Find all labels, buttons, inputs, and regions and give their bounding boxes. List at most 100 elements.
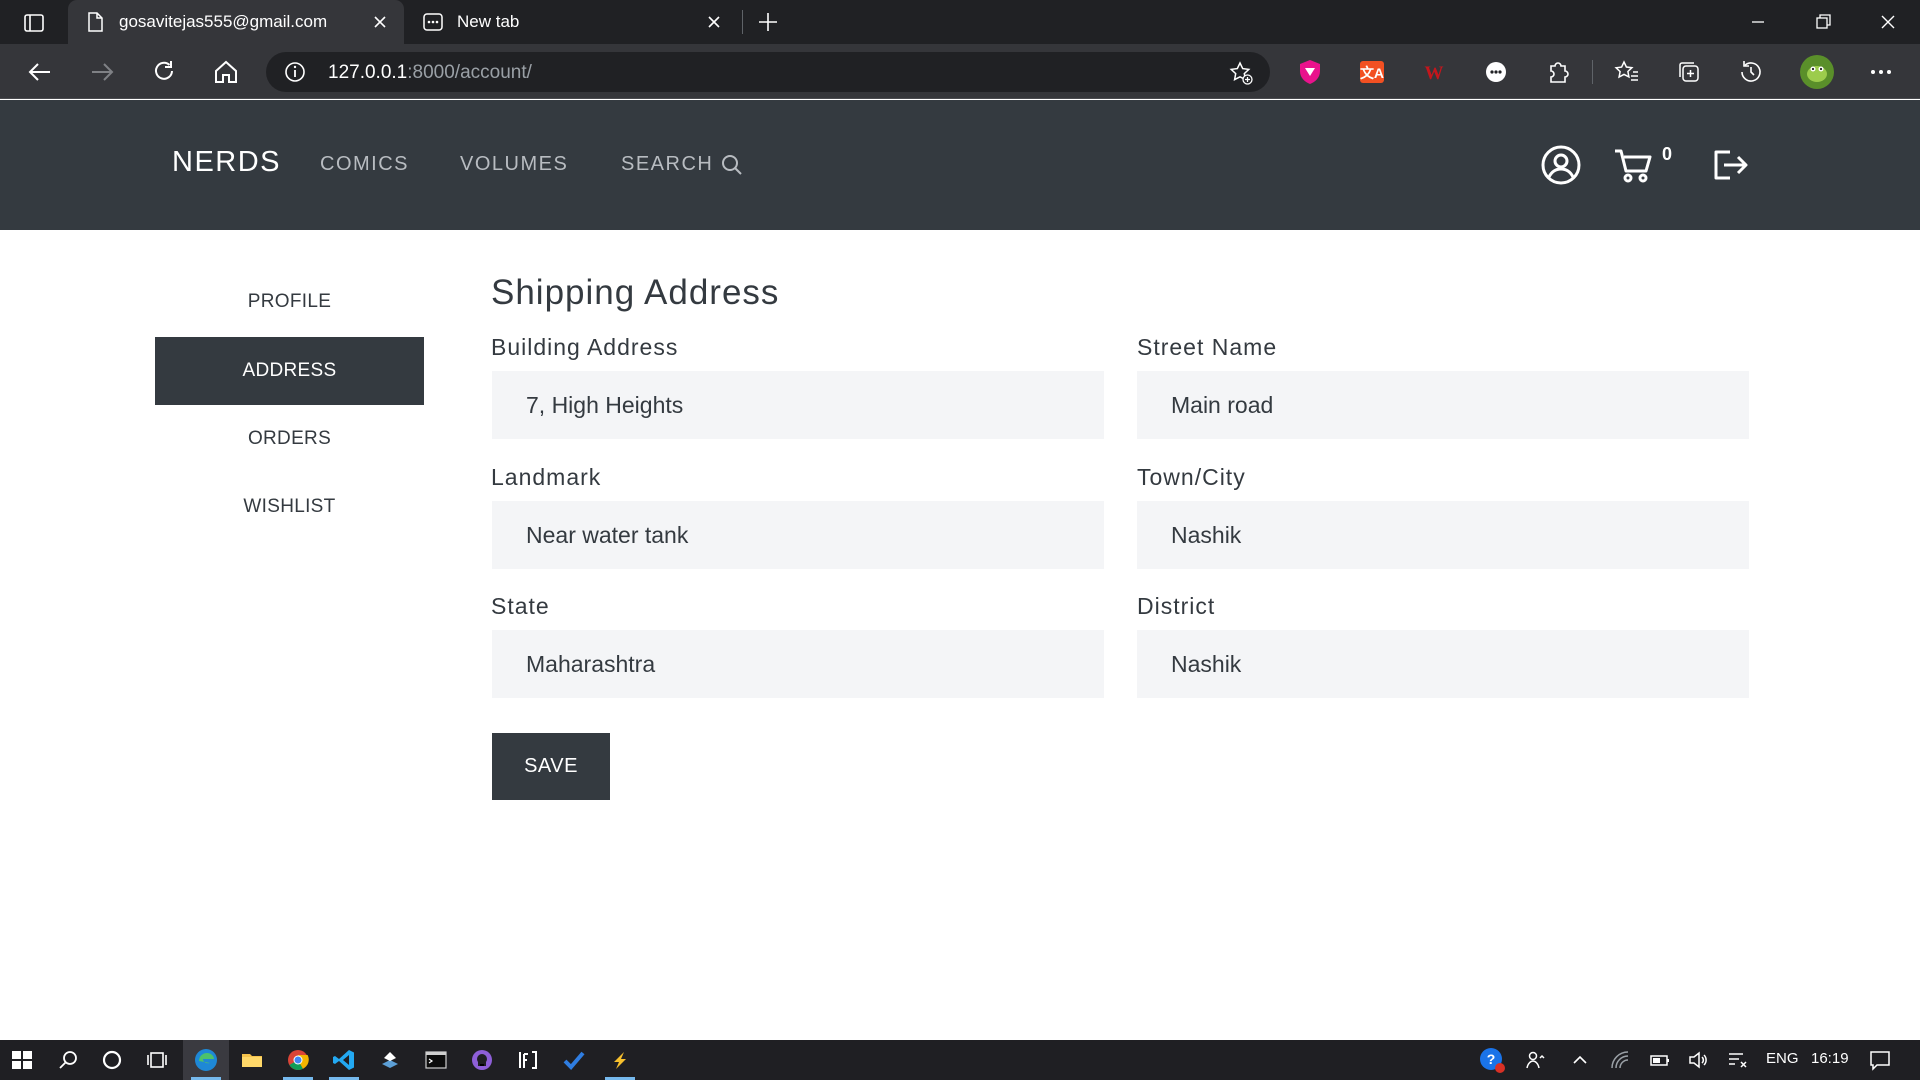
tab-title: New tab [457, 12, 520, 31]
svg-text:文A: 文A [1360, 65, 1384, 81]
nav-search[interactable]: SEARCH [621, 153, 743, 176]
logout-icon[interactable] [1708, 144, 1750, 186]
tab-new[interactable]: New tab [408, 0, 738, 44]
folder-icon [242, 1054, 262, 1067]
new-tab-plus-icon[interactable] [756, 10, 780, 34]
notifications-icon[interactable] [1868, 1048, 1892, 1072]
taskbar-app-if[interactable] [505, 1040, 551, 1080]
edge-icon [195, 1049, 217, 1071]
back-icon[interactable] [26, 58, 54, 86]
taskbar-github[interactable] [459, 1040, 505, 1080]
address-bar[interactable]: 127.0.0.1:8000/account/ [266, 52, 1270, 92]
taskbar-todo[interactable] [551, 1040, 597, 1080]
wifi-icon[interactable] [1608, 1048, 1632, 1072]
sidebar-item-profile[interactable]: PROFILE [155, 268, 424, 336]
restore-icon[interactable] [1811, 10, 1835, 34]
cortana-icon[interactable] [100, 1048, 124, 1072]
tab-account[interactable]: gosavitejas555@gmail.com [68, 0, 404, 44]
search-icon[interactable] [56, 1048, 80, 1072]
task-view-icon[interactable] [145, 1048, 169, 1072]
page-icon [84, 11, 106, 33]
dots-extension-icon[interactable] [1481, 57, 1511, 87]
w-extension-icon[interactable]: W [1419, 57, 1449, 87]
people-icon[interactable] [1524, 1048, 1548, 1072]
building-address-input[interactable] [492, 371, 1104, 439]
close-icon[interactable] [370, 12, 390, 32]
windows-taskbar: ? ENG 16:19 [0, 1040, 1920, 1080]
windows-start-icon[interactable] [10, 1048, 34, 1072]
svg-text:W: W [1425, 63, 1444, 84]
taskbar-file-explorer[interactable] [229, 1040, 275, 1080]
language-indicator[interactable]: ENG [1766, 1050, 1799, 1067]
nav-volumes[interactable]: VOLUMES [460, 153, 568, 176]
save-button[interactable]: SAVE [492, 733, 610, 800]
history-icon[interactable] [1736, 57, 1766, 87]
chrome-icon [288, 1050, 309, 1071]
tab-actions-icon[interactable] [22, 11, 46, 35]
sidebar-item-orders[interactable]: ORDERS [155, 405, 424, 473]
street-name-input[interactable] [1137, 371, 1749, 439]
nav-comics[interactable]: COMICS [320, 153, 409, 176]
volume-icon[interactable] [1686, 1048, 1710, 1072]
taskbar-chrome[interactable] [275, 1040, 321, 1080]
url-host: 127.0.0.1 [328, 62, 408, 83]
forward-icon[interactable] [88, 58, 116, 86]
page-title: Shipping Address [491, 273, 780, 312]
bolt-icon [614, 1052, 626, 1069]
window-close-icon[interactable] [1876, 10, 1900, 34]
close-icon[interactable] [704, 12, 724, 32]
home-icon[interactable] [212, 58, 240, 86]
taskbar-vscode[interactable] [321, 1040, 367, 1080]
add-favorite-icon[interactable] [1228, 60, 1254, 86]
input-method-icon[interactable] [1726, 1048, 1750, 1072]
state-input[interactable] [492, 630, 1104, 698]
svg-text:?: ? [1487, 1051, 1496, 1067]
browser-tab-strip: gosavitejas555@gmail.com New tab [0, 0, 1920, 44]
clock[interactable]: 16:19 [1811, 1050, 1849, 1067]
terminal-icon [425, 1051, 447, 1069]
street-name-label: Street Name [1137, 334, 1278, 360]
district-input[interactable] [1137, 630, 1749, 698]
collections-icon[interactable] [1674, 57, 1704, 87]
translate-extension-icon[interactable]: 文A [1357, 57, 1387, 87]
brand-logo[interactable]: NERDS [172, 146, 281, 179]
battery-icon[interactable] [1648, 1048, 1672, 1072]
cart-icon[interactable] [1612, 144, 1654, 186]
browser-toolbar: 127.0.0.1:8000/account/ 文A W [0, 44, 1920, 99]
taskbar-app-python[interactable] [367, 1040, 413, 1080]
chevron-up-icon[interactable] [1568, 1048, 1592, 1072]
taskbar-edge[interactable] [183, 1040, 229, 1080]
site-info-icon[interactable] [284, 61, 306, 83]
shield-extension-icon[interactable] [1295, 57, 1325, 87]
profile-avatar[interactable] [1799, 54, 1835, 90]
account-user-icon[interactable] [1540, 144, 1582, 186]
taskbar-terminal[interactable] [413, 1040, 459, 1080]
newtab-icon [422, 11, 444, 33]
python-icon [382, 1052, 398, 1068]
github-icon [472, 1050, 492, 1070]
taskbar-app-bolt[interactable] [597, 1040, 643, 1080]
favorites-icon[interactable] [1612, 57, 1642, 87]
extensions-puzzle-icon[interactable] [1543, 57, 1573, 87]
bracket-app-icon [519, 1051, 537, 1069]
url-path: :8000/account/ [407, 62, 532, 83]
vscode-icon [333, 1050, 354, 1070]
building-address-label: Building Address [491, 334, 679, 360]
url-text: 127.0.0.1:8000/account/ [328, 62, 532, 84]
landmark-label: Landmark [491, 464, 602, 490]
minimize-icon[interactable] [1746, 10, 1770, 34]
town-city-label: Town/City [1137, 464, 1246, 490]
nav-search-label: SEARCH [621, 153, 714, 175]
tab-title: gosavitejas555@gmail.com [119, 12, 328, 31]
tab-divider [742, 10, 743, 34]
refresh-icon[interactable] [150, 58, 178, 86]
help-icon[interactable]: ? [1478, 1046, 1506, 1074]
district-label: District [1137, 593, 1216, 619]
landmark-input[interactable] [492, 501, 1104, 569]
cart-count-badge: 0 [1662, 144, 1673, 164]
sidebar-item-address[interactable]: ADDRESS [155, 337, 424, 405]
more-options-icon[interactable] [1866, 57, 1896, 87]
sidebar-item-wishlist[interactable]: WISHLIST [155, 473, 424, 541]
town-city-input[interactable] [1137, 501, 1749, 569]
search-icon [721, 154, 743, 176]
